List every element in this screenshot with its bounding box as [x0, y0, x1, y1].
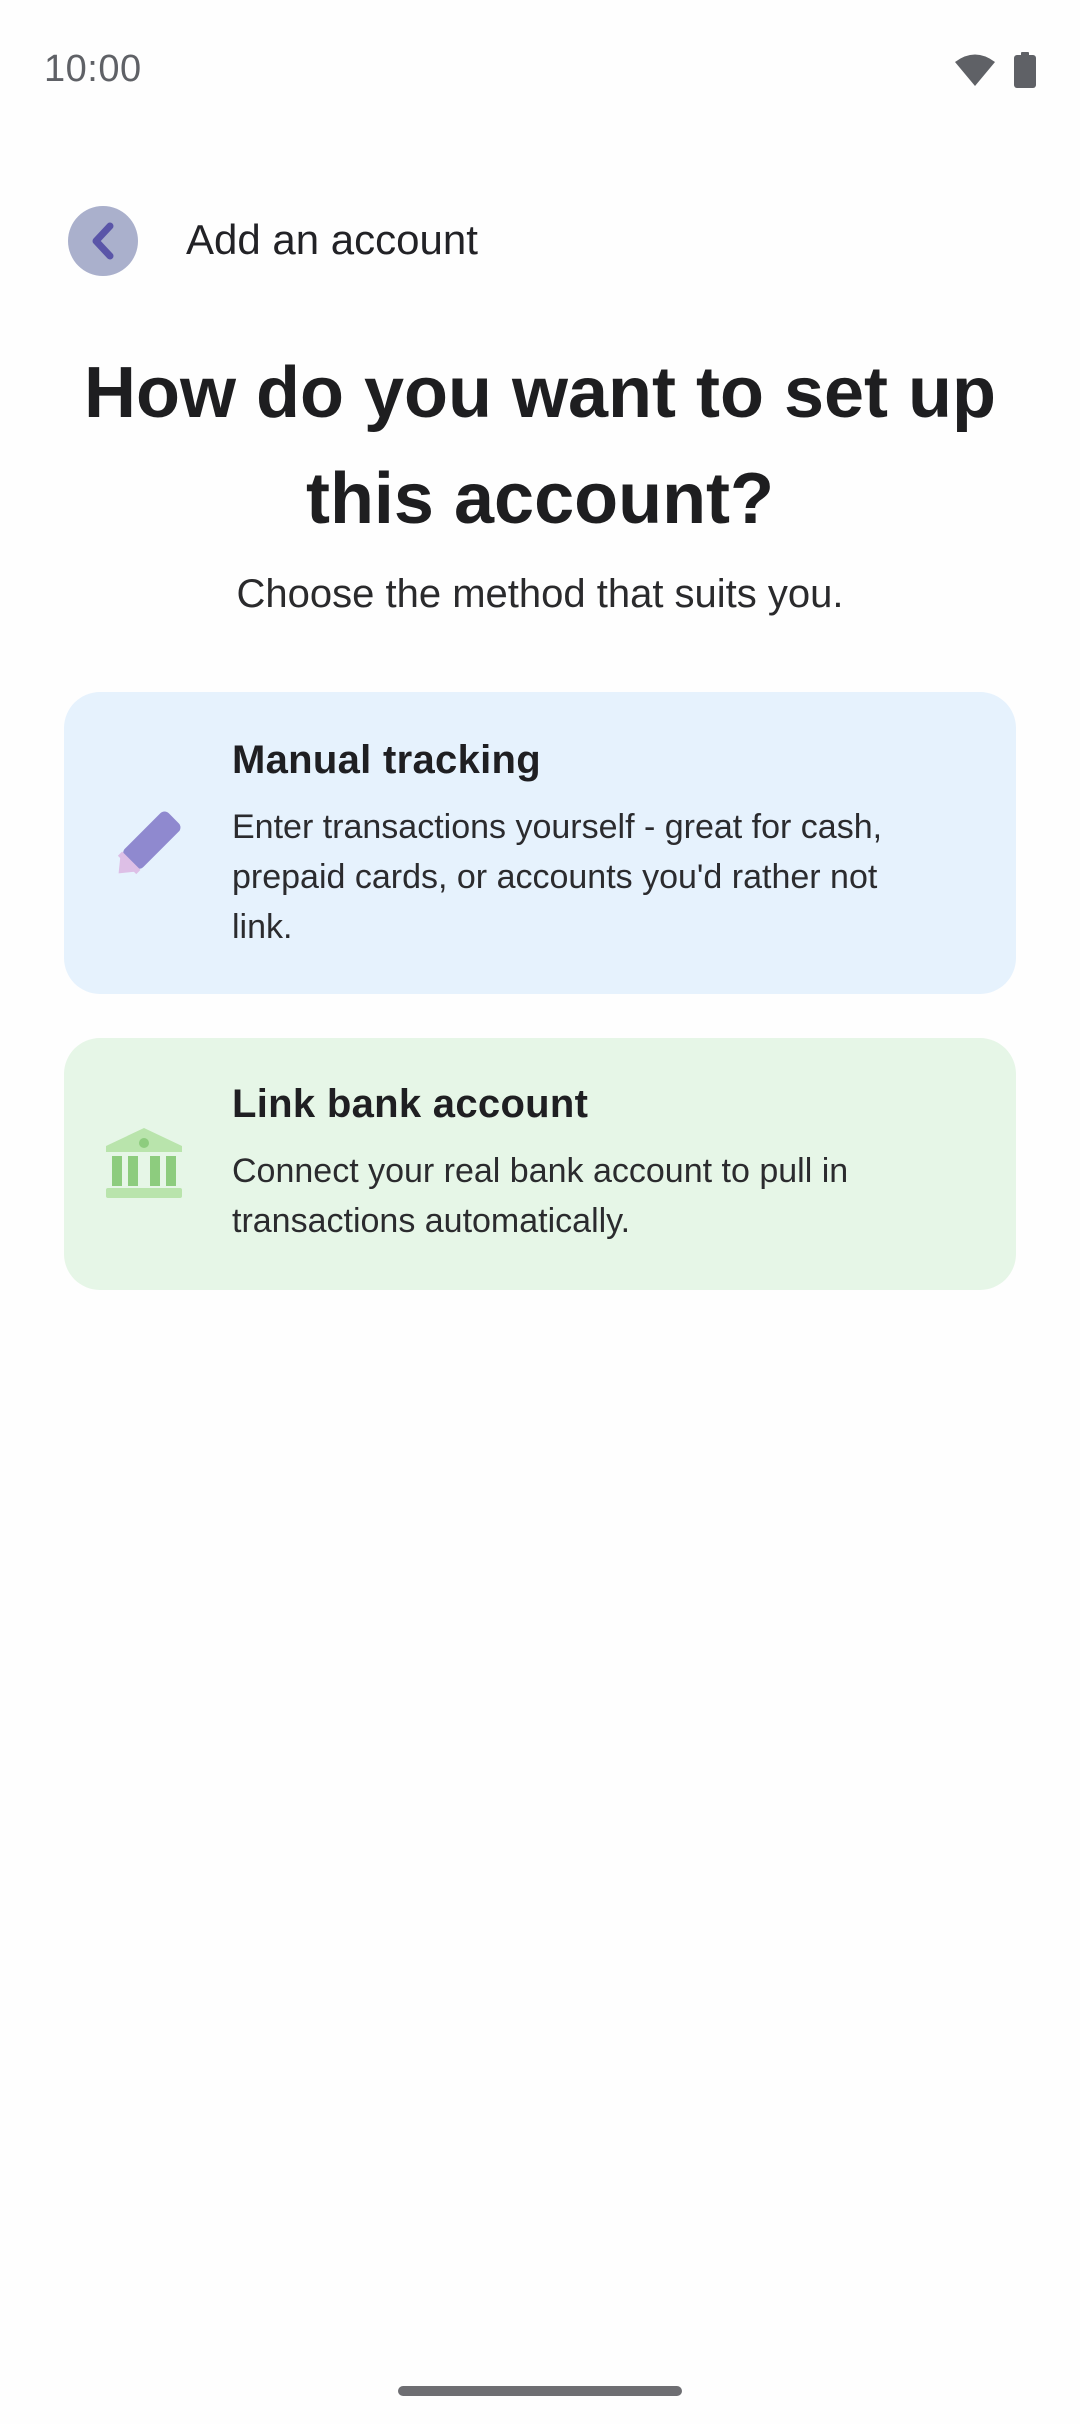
option-description: Enter transactions yourself - great for …: [232, 808, 883, 946]
status-bar: 10:00: [0, 0, 1080, 140]
option-title: Manual tracking: [232, 738, 542, 782]
chevron-left-icon: [92, 222, 114, 260]
subhead: Choose the method that suits you.: [236, 572, 844, 616]
option-description: Connect your real bank account to pull i…: [232, 1152, 849, 1240]
back-button[interactable]: [68, 206, 138, 276]
page-title: Add an account: [186, 216, 478, 263]
bank-icon: [106, 1128, 182, 1198]
status-time: 10:00: [44, 48, 142, 90]
manual-tracking-option[interactable]: Manual tracking Enter transactions yours…: [64, 692, 1016, 994]
option-title: Link bank account: [232, 1082, 589, 1126]
screen: 10:00 Add an account How do you want to …: [0, 0, 1080, 2424]
battery-icon: [1014, 52, 1036, 88]
pencil-icon: [117, 811, 181, 875]
link-bank-account-option[interactable]: Link bank account Connect your real bank…: [64, 1038, 1016, 1290]
headline: How do you want to set up this account?: [84, 353, 996, 539]
status-icons: [954, 52, 1036, 88]
wifi-icon: [955, 54, 995, 86]
gesture-navigation-bar[interactable]: [398, 2386, 682, 2396]
app-bar: Add an account: [0, 200, 1080, 280]
